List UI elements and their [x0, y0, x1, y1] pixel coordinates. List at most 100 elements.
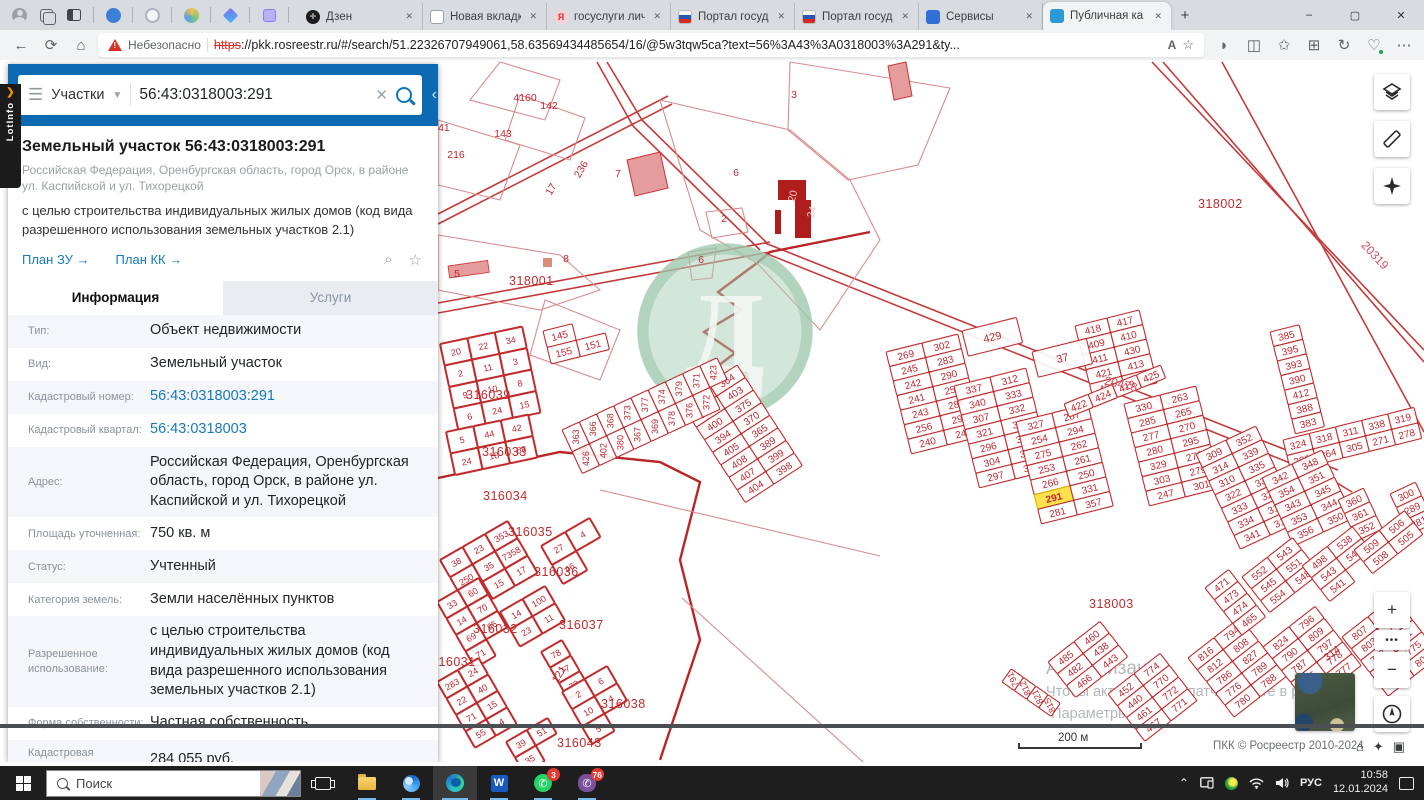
- new-tab-button[interactable]: +: [1171, 1, 1199, 29]
- tab-services[interactable]: Услуги: [223, 280, 438, 315]
- search-input[interactable]: 56:43:0318003:291: [139, 86, 367, 104]
- search-icon[interactable]: [396, 87, 412, 103]
- attribute-value[interactable]: 56:43:0318003: [150, 420, 438, 440]
- measure-button[interactable]: [1374, 121, 1410, 157]
- antivirus-tray-icon[interactable]: [1224, 776, 1238, 790]
- zoom-out-button[interactable]: −: [1374, 652, 1410, 688]
- viber-icon[interactable]: 76: [565, 766, 609, 800]
- search-box[interactable]: ☰ Участки ▼ 56:43:0318003:291 ✕: [18, 75, 422, 115]
- edge-browser-icon[interactable]: [433, 766, 477, 800]
- svg-text:44: 44: [483, 428, 495, 440]
- quarter-label: 318002: [1198, 197, 1243, 211]
- copilot-icon[interactable]: ◗: [1212, 33, 1236, 57]
- browser-tab[interactable]: Дзен✕: [299, 3, 423, 30]
- close-tab-icon[interactable]: ✕: [651, 9, 663, 24]
- url-text[interactable]: https://pkk.rosreestr.ru/#/search/51.223…: [214, 38, 1162, 52]
- favorites-icon[interactable]: ✩: [1272, 33, 1296, 57]
- language-indicator[interactable]: РУС: [1300, 777, 1322, 789]
- back-button[interactable]: ←: [8, 33, 34, 57]
- svg-text:22: 22: [477, 340, 489, 352]
- address-bar[interactable]: Небезопасно https://pkk.rosreestr.ru/#/s…: [98, 33, 1204, 57]
- attribute-label: Площадь уточненная:: [28, 527, 141, 540]
- zoom-in-button[interactable]: +: [1374, 592, 1410, 628]
- task-view-button[interactable]: [301, 766, 345, 800]
- layers-button[interactable]: [1374, 74, 1410, 110]
- svg-text:24: 24: [461, 456, 473, 468]
- menu-icon[interactable]: ☰: [28, 85, 43, 105]
- time-label: 10:58: [1360, 769, 1388, 782]
- security-warning-label[interactable]: Небезопасно: [128, 38, 201, 52]
- browser-tab[interactable]: Портал госуда ✕: [795, 3, 919, 30]
- collections-icon[interactable]: ⊞: [1302, 33, 1326, 57]
- close-window-button[interactable]: ✕: [1378, 0, 1424, 30]
- lotinfo-extension-tab[interactable]: ❯ LotInfo: [0, 84, 21, 188]
- tab-actions-icon[interactable]: [37, 6, 56, 25]
- close-tab-icon[interactable]: ✕: [527, 9, 539, 24]
- browser-tab[interactable]: Публичная ка ✕: [1043, 2, 1171, 30]
- word-app-icon[interactable]: W: [477, 766, 521, 800]
- photos-app-icon[interactable]: [389, 766, 433, 800]
- favorite-star-icon[interactable]: ☆: [1182, 37, 1194, 53]
- browser-tab[interactable]: Сервисы ✕: [919, 3, 1043, 30]
- extension-purple-icon[interactable]: [260, 6, 278, 24]
- favorite-star-icon[interactable]: ☆: [409, 251, 422, 269]
- svg-text:373: 373: [623, 405, 633, 420]
- plan-kk-link[interactable]: План КК →: [116, 252, 183, 267]
- workspaces-icon[interactable]: [65, 6, 83, 24]
- clock[interactable]: 10:58 12.01.2024: [1333, 769, 1388, 797]
- svg-text:376: 376: [684, 403, 694, 418]
- close-tab-icon[interactable]: ✕: [1152, 9, 1164, 24]
- maximize-button[interactable]: ▢: [1332, 0, 1378, 30]
- minimize-button[interactable]: –: [1286, 0, 1332, 30]
- map-attribution: ПКК © Росреестр 2010-2024: [1213, 740, 1364, 752]
- close-tab-icon[interactable]: ✕: [775, 9, 787, 24]
- plan-zu-link[interactable]: План ЗУ →: [22, 252, 90, 267]
- search-highlight-image: [260, 770, 300, 796]
- star-icon[interactable]: ✦: [1373, 739, 1384, 754]
- search-category-select[interactable]: Участки: [51, 87, 104, 103]
- split-screen-icon[interactable]: ◫: [1242, 33, 1266, 57]
- history-icon[interactable]: ↻: [1332, 33, 1356, 57]
- browser-tab[interactable]: Новая вкладк ✕: [423, 3, 547, 30]
- read-aloud-icon[interactable]: A: [1168, 38, 1177, 52]
- browser-tab[interactable]: Ягосуслуги лич ✕: [547, 3, 671, 30]
- basemap-thumbnail[interactable]: [1295, 673, 1355, 731]
- wifi-icon[interactable]: [1249, 777, 1264, 789]
- extension-blue-icon[interactable]: [104, 6, 122, 24]
- extension-color-icon[interactable]: [182, 6, 200, 24]
- taskbar-search[interactable]: Поиск: [46, 769, 301, 797]
- attribute-value[interactable]: 56:43:0318003:291: [150, 387, 438, 407]
- tab-information[interactable]: Информация: [8, 280, 223, 315]
- close-tab-icon[interactable]: ✕: [403, 9, 415, 24]
- file-explorer-icon[interactable]: [345, 766, 389, 800]
- home-icon[interactable]: ⌂: [1356, 739, 1364, 754]
- start-button[interactable]: [0, 766, 46, 800]
- basemap-icon[interactable]: ▣: [1393, 739, 1405, 754]
- attribute-row: Кадастровый квартал: 56:43:0318003: [8, 414, 438, 447]
- close-tab-icon[interactable]: ✕: [1023, 9, 1035, 24]
- map-footer-icons[interactable]: ⌂ ✦ ▣: [1356, 739, 1414, 755]
- refresh-button[interactable]: ⟳: [38, 33, 64, 57]
- settings-menu-icon[interactable]: ⋯: [1392, 33, 1416, 57]
- close-tab-icon[interactable]: ✕: [899, 9, 911, 24]
- clear-search-icon[interactable]: ✕: [375, 86, 388, 104]
- parcel-block: 37: [1031, 338, 1093, 378]
- browser-tab[interactable]: Портал госуда ✕: [671, 3, 795, 30]
- collapse-panel-icon[interactable]: ‹: [432, 86, 437, 104]
- find-point-button[interactable]: [1374, 168, 1410, 204]
- extension-gray-icon[interactable]: [143, 6, 161, 24]
- home-button[interactable]: ⌂: [68, 33, 94, 57]
- notification-center-icon[interactable]: [1399, 776, 1414, 790]
- browser-essentials-icon[interactable]: ♡: [1362, 33, 1386, 57]
- extension-sparkle-icon[interactable]: [221, 6, 239, 24]
- search-document-icon[interactable]: ⌕: [384, 251, 392, 269]
- volume-icon[interactable]: [1275, 777, 1289, 789]
- devices-icon[interactable]: [1200, 777, 1214, 789]
- quarter-label: 316035: [508, 525, 553, 539]
- profile-avatar-icon[interactable]: [12, 7, 27, 23]
- whatsapp-icon[interactable]: 3: [521, 766, 565, 800]
- hidden-icons-chevron[interactable]: ⌃: [1179, 776, 1189, 790]
- tabs-container: Дзен✕Новая вкладк✕Ягосуслуги лич✕Портал …: [299, 0, 1171, 30]
- svg-text:380: 380: [616, 435, 626, 450]
- more-tools-button[interactable]: •••: [1374, 630, 1410, 650]
